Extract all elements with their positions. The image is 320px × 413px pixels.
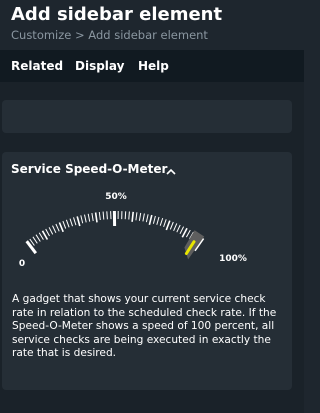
speedometer-tick (35, 234, 41, 242)
speedometer-gauge: 0 50% 100% (19, 192, 247, 269)
speedometer-tick (138, 212, 142, 221)
empty-sidebar-panel (2, 100, 292, 133)
speedometer-tick (87, 213, 91, 222)
speedometer-tick (106, 211, 108, 220)
speedometer-label-min: 0 (19, 259, 25, 269)
speedometer-tick (98, 211, 101, 221)
speedometer-tick (135, 212, 138, 221)
speedometer-tick (102, 211, 105, 220)
menu-display[interactable]: Display (75, 59, 124, 73)
speedometer-tick (52, 225, 57, 234)
speedometer-tick (128, 211, 130, 220)
chevron-up-icon[interactable] (166, 168, 176, 175)
main-content: Service Speed-O-Meter 0 50% 100% A gadge… (0, 82, 304, 413)
speedometer-tick (124, 211, 127, 220)
speedometer-label-max: 100% (219, 254, 247, 264)
speedometer-tick (148, 214, 153, 225)
speedometer-tick (55, 223, 60, 232)
speedometer-label-mid: 50% (105, 192, 127, 202)
speedometer-tick (45, 228, 50, 237)
speedometer-tick (181, 227, 188, 238)
speedometer-tick (65, 219, 70, 228)
menu-help[interactable]: Help (138, 59, 169, 73)
speedometer-tick (38, 232, 44, 240)
speedometer-tick (159, 217, 164, 226)
speedometer-tick (25, 240, 37, 255)
speedometer-tick (69, 218, 73, 227)
speedometer-tick (73, 217, 77, 226)
menu-bar: Related Display Help (0, 50, 304, 82)
speedometer-tick (62, 220, 67, 229)
speedometer-tick (179, 226, 185, 235)
speedometer-scale (25, 210, 205, 255)
page-title: Add sidebar element (11, 4, 223, 25)
speedometer-tick (142, 213, 145, 222)
speedometer-tick (131, 211, 134, 222)
speedometer-tick (41, 230, 49, 240)
speedometer-tick (58, 222, 64, 233)
speedometer-tick (91, 213, 94, 222)
speedometer-tick (145, 214, 149, 223)
speedometer-tick (163, 219, 167, 228)
menu-related[interactable]: Related (11, 59, 63, 73)
speedometer-tick (185, 229, 191, 238)
breadcrumb[interactable]: Customize > Add sidebar element (11, 28, 208, 42)
speedometer-snapin[interactable]: Service Speed-O-Meter 0 50% 100% A gadge… (2, 152, 292, 390)
speedometer-tick (76, 216, 81, 227)
speedometer-tick (48, 227, 54, 235)
speedometer-tick (152, 215, 156, 224)
speedometer-tick (173, 223, 178, 231)
speedometer-tick (84, 214, 87, 223)
speedometer-tick (156, 216, 160, 225)
speedometer-tick (169, 221, 174, 230)
speedometer-tick (80, 215, 84, 224)
speedometer-tick (176, 224, 181, 233)
snapin-title[interactable]: Service Speed-O-Meter (11, 162, 167, 176)
page-header: Add sidebar element Customize > Add side… (0, 0, 304, 50)
snapin-description: A gadget that shows your current service… (12, 293, 277, 359)
speedometer-tick (94, 212, 98, 223)
speedometer-tick (165, 220, 171, 231)
speedometer-tick (32, 236, 38, 244)
